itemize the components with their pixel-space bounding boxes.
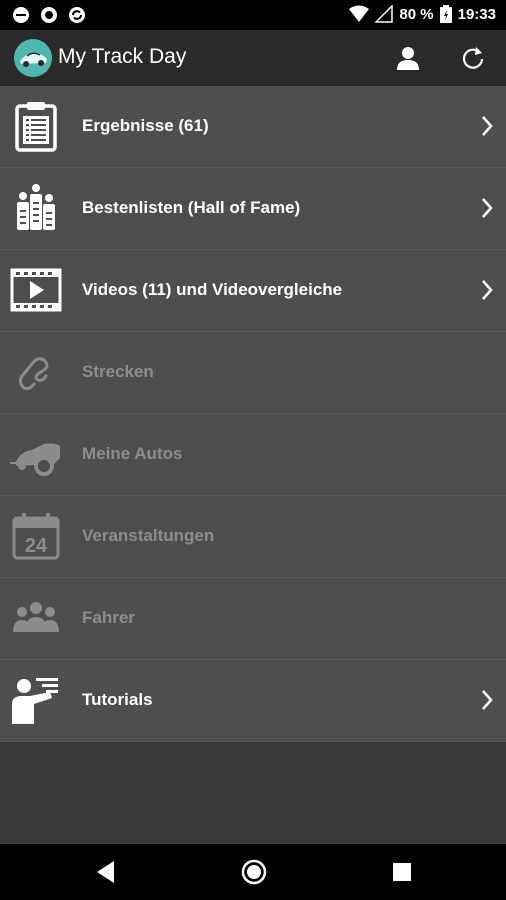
sync-icon	[69, 7, 85, 23]
menu-item-label: Ergebnisse (61)	[82, 116, 209, 135]
recents-icon[interactable]	[388, 858, 416, 886]
battery-icon	[439, 5, 452, 23]
menu-item-label: Videos (11) und Videovergleiche	[82, 280, 343, 299]
menu-item-label: Fahrer	[82, 608, 135, 627]
app-title: My Track Day	[58, 45, 187, 68]
track-icon	[18, 357, 49, 390]
app-bar: My Track Day	[0, 30, 506, 86]
home-icon[interactable]	[240, 858, 268, 886]
app-logo[interactable]	[14, 39, 52, 77]
menu-item-videos[interactable]: Videos (11) und Videovergleiche	[0, 250, 506, 332]
back-icon[interactable]	[92, 858, 120, 886]
battery-percentage: 80 %	[399, 5, 434, 23]
menu-item-ergebnisse[interactable]: Ergebnisse (61)	[0, 86, 506, 168]
chevron-right-icon	[482, 280, 493, 300]
menu-item-label: Strecken	[82, 362, 154, 381]
menu-item-fahrer[interactable]: Fahrer	[0, 578, 506, 660]
signal-icon	[375, 5, 394, 23]
navigation-bar	[0, 844, 506, 900]
main-menu: Ergebnisse (61) Bestenlisten (Hall of Fa…	[0, 86, 506, 742]
menu-item-tutorials[interactable]: Tutorials	[0, 660, 506, 742]
chevron-right-icon	[482, 690, 493, 710]
status-bar: 80 % 19:33	[0, 0, 506, 30]
menu-item-label: Tutorials	[82, 690, 153, 709]
car-icon	[10, 443, 60, 476]
notification-ring-icon	[41, 7, 57, 23]
clipboard-icon	[15, 102, 57, 152]
notification-circle-icon	[13, 7, 29, 23]
menu-item-label: Meine Autos	[82, 444, 183, 463]
wifi-icon	[349, 5, 370, 22]
drivers-icon	[13, 602, 59, 632]
chevron-right-icon	[482, 198, 493, 218]
chevron-right-icon	[482, 116, 493, 136]
presenter-icon	[12, 678, 58, 724]
video-icon	[10, 268, 62, 312]
menu-item-label: Veranstaltungen	[82, 526, 215, 545]
menu-item-veranstaltungen[interactable]: 24 Veranstaltungen	[0, 496, 506, 578]
calendar-day: 24	[25, 535, 48, 557]
menu-item-strecken[interactable]: Strecken	[0, 332, 506, 414]
profile-icon[interactable]	[393, 43, 423, 73]
menu-item-meine-autos[interactable]: Meine Autos	[0, 414, 506, 496]
menu-item-label: Bestenlisten (Hall of Fame)	[82, 198, 301, 217]
calendar-icon: 24	[12, 513, 60, 560]
leaderboard-icon	[17, 184, 55, 230]
refresh-icon[interactable]	[458, 43, 488, 73]
menu-item-bestenlisten[interactable]: Bestenlisten (Hall of Fame)	[0, 168, 506, 250]
car-logo-icon	[14, 39, 52, 77]
clock: 19:33	[457, 5, 496, 23]
